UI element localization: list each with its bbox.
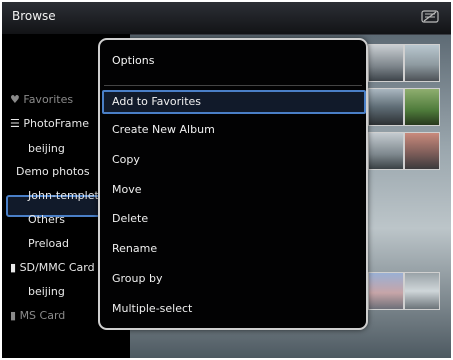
thumbnail[interactable] <box>404 44 440 82</box>
top-bar: Browse <box>2 2 451 35</box>
menu-item-create-new-album[interactable]: Create New Album <box>104 120 362 140</box>
divider <box>104 85 362 86</box>
sidebar-item-photoframe[interactable]: ☰ PhotoFrame <box>10 117 89 130</box>
menu-item-multiple-select[interactable]: Multiple-select <box>104 299 362 319</box>
sidebar-item-album[interactable]: beijing <box>28 142 65 155</box>
sidebar-item-album[interactable]: beijing <box>28 285 65 298</box>
menu-item-group-by[interactable]: Group by <box>104 269 362 289</box>
sidebar-item-album[interactable]: Others <box>28 213 65 226</box>
page-title: Browse <box>12 9 56 23</box>
thumbnail[interactable] <box>404 132 440 170</box>
photo-frame-ui: Browse ♥ Favorites ☰ PhotoFrame beijing … <box>2 2 451 358</box>
sidebar-item-album-selected[interactable]: Demo photos <box>16 165 90 178</box>
thumbnail[interactable] <box>368 272 404 310</box>
screen: Browse ♥ Favorites ☰ PhotoFrame beijing … <box>0 0 453 360</box>
thumbnail[interactable] <box>404 88 440 126</box>
sidebar-item-album[interactable]: Preload <box>28 237 69 250</box>
sidebar-item-favorites[interactable]: ♥ Favorites <box>10 93 73 106</box>
sidebar-item-label: SD/MMC Card <box>19 261 95 274</box>
sidebar-item-sdmmc[interactable]: ▮ SD/MMC Card <box>10 261 95 274</box>
sidebar-item-label: Favorites <box>23 93 74 106</box>
memory-card-icon <box>421 10 439 23</box>
card-icon: ▮ <box>10 309 17 322</box>
menu-title: Options <box>112 54 155 67</box>
sidebar-item-label: MS Card <box>19 309 66 322</box>
menu-item-rename[interactable]: Rename <box>104 239 362 259</box>
options-menu: Options Add to Favorites Create New Albu… <box>98 38 368 330</box>
menu-item-delete[interactable]: Delete <box>104 209 362 229</box>
menu-item-move[interactable]: Move <box>104 180 362 200</box>
sidebar-item-label: PhotoFrame <box>23 117 90 130</box>
thumbnail[interactable] <box>404 272 440 310</box>
sidebar-item-album[interactable]: John-templete <box>28 189 106 202</box>
menu-item-copy[interactable]: Copy <box>104 150 362 170</box>
card-icon: ▮ <box>10 261 17 274</box>
sidebar-item-ms-card[interactable]: ▮ MS Card <box>10 309 65 322</box>
heart-icon: ♥ <box>10 93 20 106</box>
list-icon: ☰ <box>10 117 20 130</box>
menu-item-add-to-favorites[interactable]: Add to Favorites <box>102 90 366 114</box>
thumbnail[interactable] <box>368 44 404 82</box>
thumbnail[interactable] <box>368 132 404 170</box>
thumbnail[interactable] <box>368 88 404 126</box>
